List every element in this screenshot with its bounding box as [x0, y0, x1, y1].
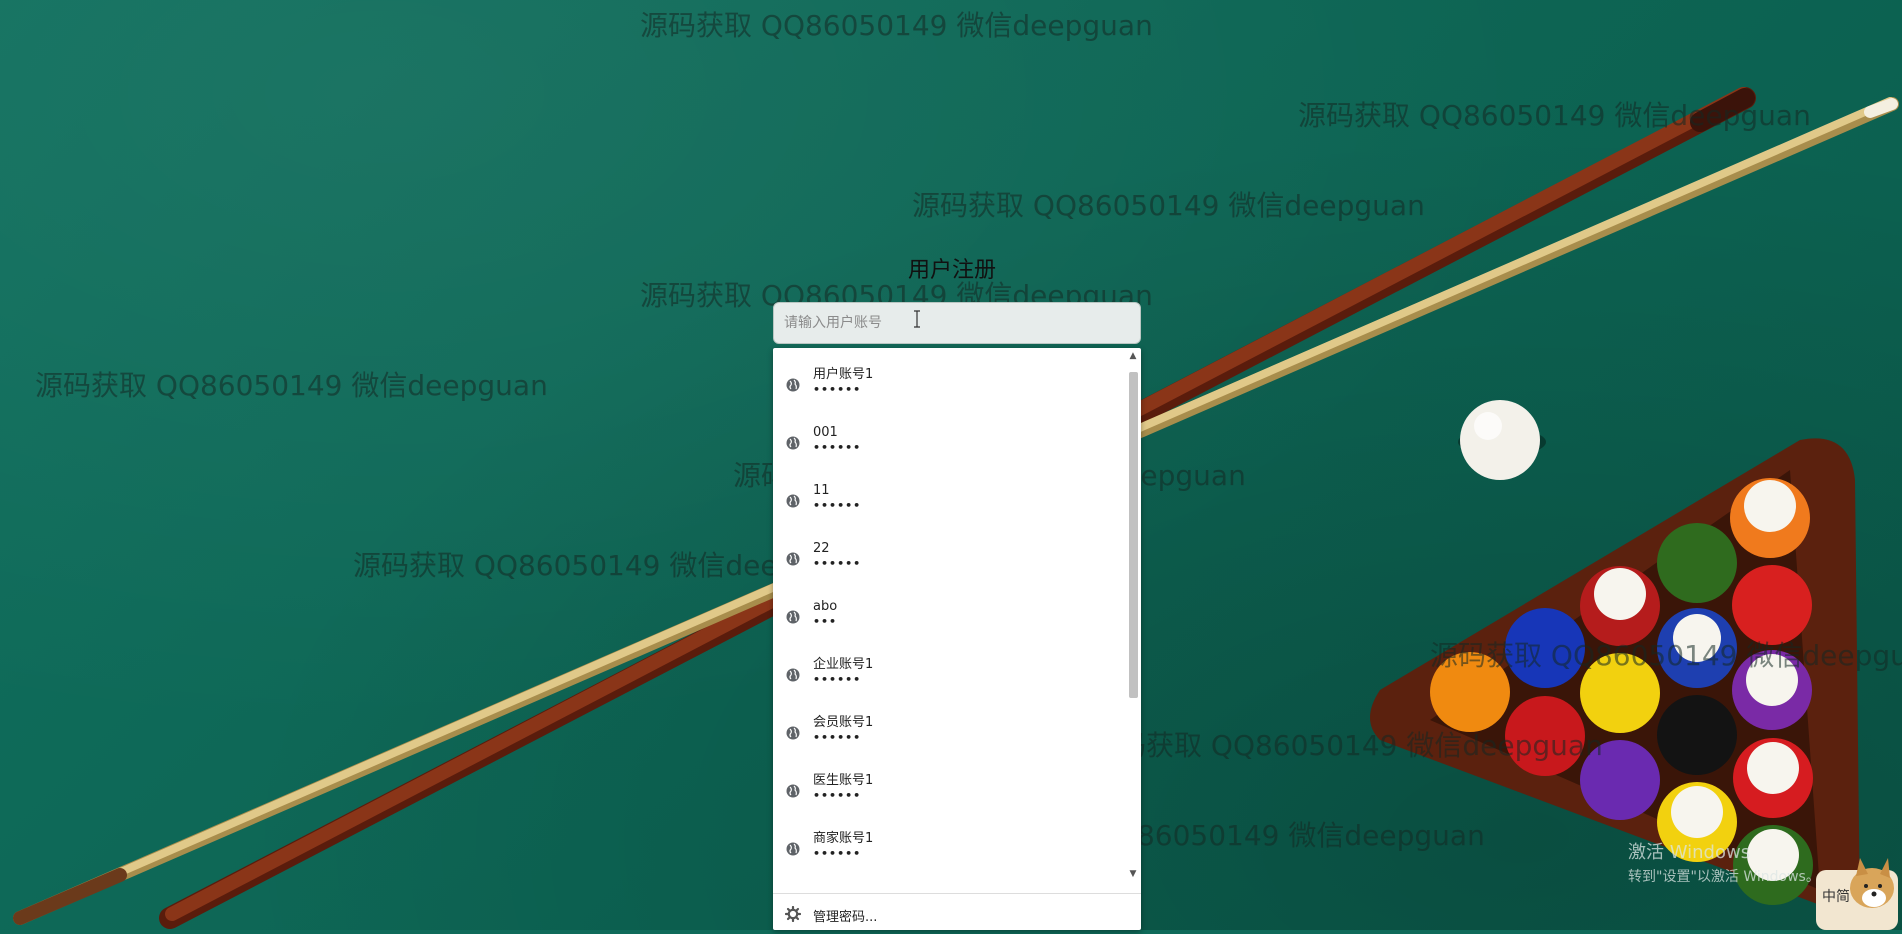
- gear-icon: [785, 906, 801, 922]
- autofill-item-text: 会员账号1 ••••••: [813, 714, 873, 744]
- autofill-password-mask: ••••••: [813, 383, 862, 396]
- autofill-item[interactable]: 001 ••••••: [773, 414, 1125, 472]
- activation-subtitle: 转到"设置"以激活 Windows。: [1628, 869, 1820, 885]
- autofill-username: 22: [813, 541, 830, 556]
- dropdown-divider: [773, 893, 1141, 894]
- autofill-username: 11: [813, 483, 830, 498]
- autofill-item-text: 医生账号1 ••••••: [813, 772, 873, 802]
- autofill-list: 用户账号1 •••••• 001 •••••• 11 •••••• 22 •••••• abo •…: [773, 348, 1125, 884]
- page-title: 用户注册: [908, 258, 997, 283]
- globe-icon: [786, 610, 800, 624]
- autofill-dropdown: 用户账号1 •••••• 001 •••••• 11 •••••• 22 •••••• abo •…: [773, 348, 1141, 930]
- watermark: 源码获取 QQ86050149 微信deepguan: [1430, 639, 1902, 672]
- dropdown-scrollbar[interactable]: ▲ ▼: [1127, 348, 1139, 884]
- autofill-username: 会员账号1: [813, 715, 874, 730]
- autofill-item-text: 用户账号1 ••••••: [813, 366, 873, 396]
- globe-icon: [786, 552, 800, 566]
- autofill-item[interactable]: 11 ••••••: [773, 472, 1125, 530]
- autofill-password-mask: ••••••: [813, 789, 862, 802]
- autofill-item-text: 001 ••••••: [813, 424, 861, 454]
- autofill-item[interactable]: 商家账号1 ••••••: [773, 820, 1125, 878]
- autofill-item[interactable]: 22 ••••••: [773, 530, 1125, 588]
- globe-icon: [786, 494, 800, 508]
- autofill-item[interactable]: 会员账号1 ••••••: [773, 704, 1125, 762]
- autofill-password-mask: ••••••: [813, 441, 862, 454]
- autofill-item[interactable]: 医生账号1 ••••••: [773, 762, 1125, 820]
- autofill-username: 商家账号1: [813, 831, 874, 846]
- scroll-down-arrow-icon[interactable]: ▼: [1129, 870, 1137, 879]
- globe-icon: [786, 668, 800, 682]
- ime-indicator[interactable]: 中简: [1812, 852, 1902, 930]
- autofill-item-text: 商家账号1 ••••••: [813, 830, 873, 860]
- manage-passwords-button[interactable]: 管理密码...: [773, 898, 1141, 930]
- text-cursor-icon: [914, 310, 920, 328]
- autofill-password-mask: ••••••: [813, 557, 862, 570]
- watermark: 源码获取 QQ86050149 微信deepguan: [1298, 99, 1811, 132]
- autofill-password-mask: ••••••: [813, 731, 862, 744]
- autofill-item-text: 企业账号1 ••••••: [813, 656, 873, 686]
- globe-icon: [786, 784, 800, 798]
- autofill-password-mask: ••••••: [813, 673, 862, 686]
- autofill-password-mask: ••••••: [813, 847, 862, 860]
- globe-icon: [786, 436, 800, 450]
- cue-ball: [1458, 400, 1546, 480]
- autofill-username: 医生账号1: [813, 773, 874, 788]
- activation-title: 激活 Windows: [1628, 842, 1751, 863]
- scrollbar-thumb[interactable]: [1129, 372, 1138, 698]
- autofill-item[interactable]: 用户账号1 ••••••: [773, 356, 1125, 414]
- watermark: 源码获取 QQ86050149 微信deepguan: [912, 189, 1425, 222]
- autofill-username: 001: [813, 425, 838, 440]
- autofill-item[interactable]: 企业账号1 ••••••: [773, 646, 1125, 704]
- autofill-item-text: 11 ••••••: [813, 482, 861, 512]
- watermark: 源码获取 QQ86050149 微信deepguan: [640, 9, 1153, 42]
- autofill-username: abo: [813, 599, 838, 614]
- globe-icon: [786, 726, 800, 740]
- manage-passwords-label: 管理密码...: [813, 910, 878, 925]
- autofill-item-text: abo •••: [813, 598, 837, 628]
- scroll-up-arrow-icon[interactable]: ▲: [1129, 352, 1137, 361]
- windows-activation-notice: 激活 Windows 转到"设置"以激活 Windows。: [1628, 838, 1820, 886]
- autofill-username: 用户账号1: [813, 367, 874, 382]
- globe-icon: [786, 378, 800, 392]
- autofill-item-text: 22 ••••••: [813, 540, 861, 570]
- autofill-password-mask: •••: [813, 615, 838, 628]
- autofill-password-mask: ••••••: [813, 499, 862, 512]
- ime-label: 中简: [1822, 889, 1850, 905]
- autofill-item[interactable]: abo •••: [773, 588, 1125, 646]
- autofill-username: 企业账号1: [813, 657, 874, 672]
- account-input[interactable]: [773, 302, 1141, 344]
- watermark: 源码获取 QQ86050149 微信deepguan: [35, 369, 548, 402]
- globe-icon: [786, 842, 800, 856]
- watermark: 源码获取 QQ86050149 微信deepguan: [1090, 729, 1603, 762]
